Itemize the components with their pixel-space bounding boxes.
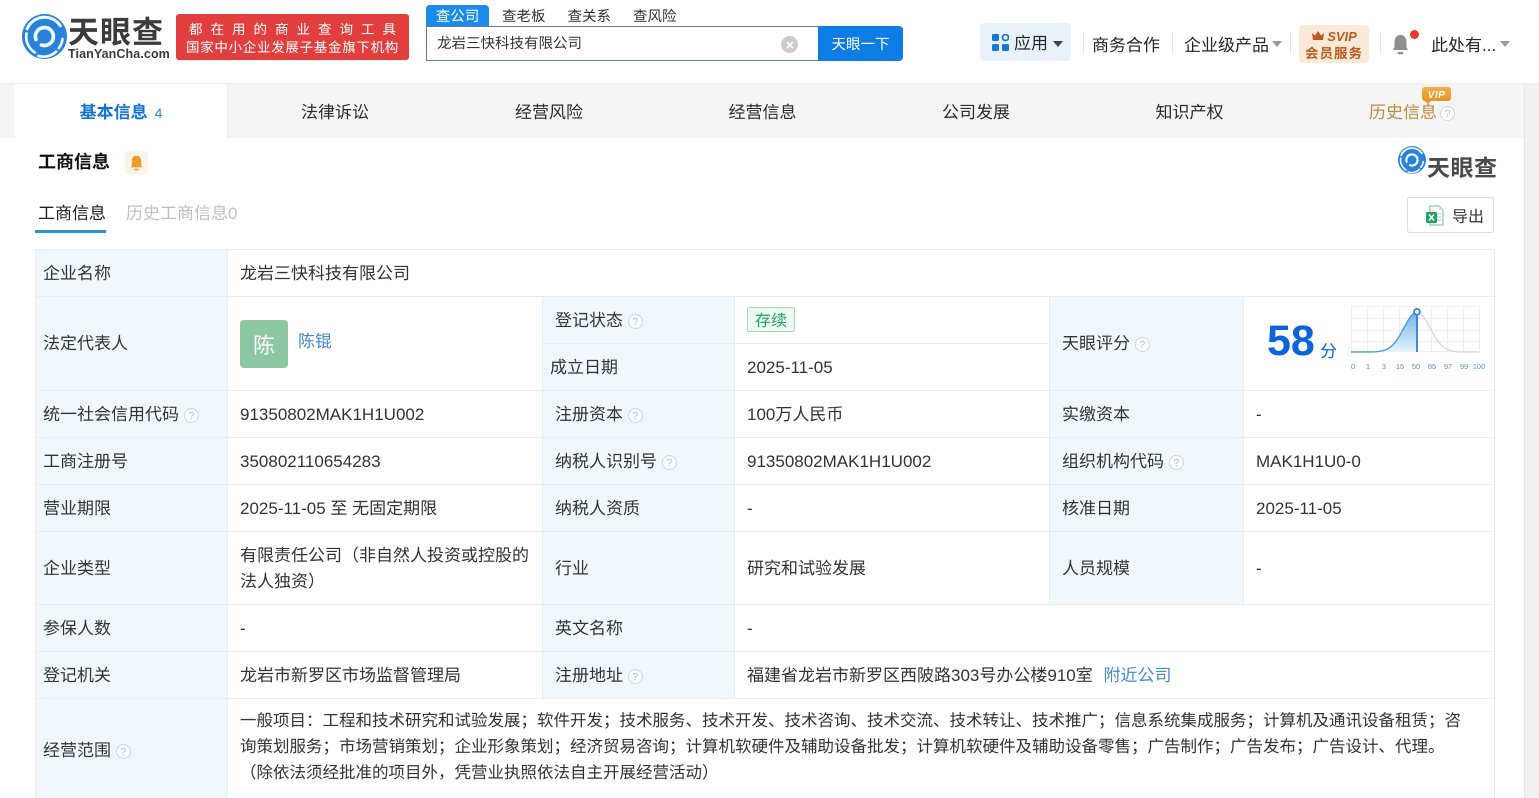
svg-text:97: 97	[1444, 362, 1452, 371]
svg-text:85: 85	[1428, 362, 1436, 371]
svg-text:15: 15	[1396, 362, 1404, 371]
svg-text:50: 50	[1412, 362, 1420, 371]
svg-text:0: 0	[1351, 362, 1355, 371]
svg-text:3: 3	[1382, 362, 1386, 371]
svg-text:1: 1	[1366, 362, 1370, 371]
svg-text:99: 99	[1460, 362, 1468, 371]
svg-text:100: 100	[1473, 362, 1486, 371]
